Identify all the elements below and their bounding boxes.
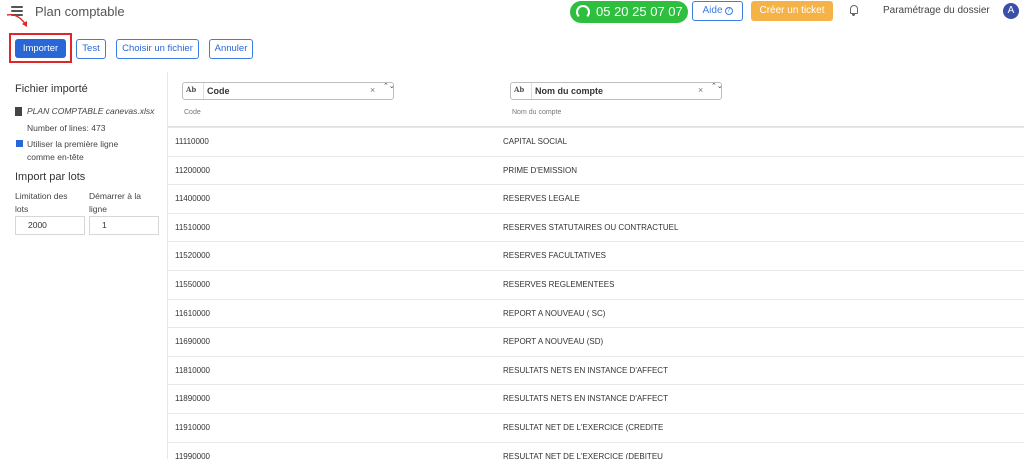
cell-code: 11200000 (175, 165, 210, 175)
imported-file-title: Fichier importé (15, 83, 88, 95)
start-line-label-2: ligne (89, 204, 107, 214)
cell-account-name: RESULTATS NETS EN INSTANCE D'AFFECT (503, 394, 668, 404)
first-line-header-checkbox[interactable] (16, 140, 23, 147)
table-row[interactable]: 11610000 REPORT A NOUVEAU ( SC) (168, 298, 1024, 328)
table-row[interactable]: 11890000 RESULTATS NETS EN INSTANCE D'AFF… (168, 384, 1024, 413)
cell-account-name: RESERVES REGLEMENTEES (503, 280, 615, 289)
code-filter-input[interactable]: Ab Code × ⌃⌄ (182, 82, 395, 100)
table-row[interactable]: 11990000 RESULTAT NET DE L'EXERCICE (DEBI… (168, 441, 1024, 459)
cell-account-name: CAPITAL SOCIAL (503, 137, 568, 146)
code-filter-value: Code (203, 83, 230, 99)
help-button[interactable]: Aide? (692, 1, 743, 21)
cell-code: 11910000 (175, 423, 210, 432)
test-button[interactable]: Test (76, 39, 106, 59)
cell-code: 11510000 (175, 222, 210, 232)
batch-limit-label-1: Limitation des (15, 191, 68, 201)
create-ticket-button[interactable]: Créer un ticket (751, 1, 833, 21)
cell-account-name: REPORT A NOUVEAU ( SC) (503, 308, 606, 318)
question-circle-icon: ? (724, 7, 733, 15)
account-name-filter-value: Nom du compte (531, 83, 603, 99)
cell-code: 11520000 (175, 251, 210, 261)
folder-settings-link[interactable]: Paramétrage du dossier (883, 5, 990, 16)
cell-code: 11610000 (175, 308, 210, 318)
cell-account-name: REPORT A NOUVEAU (SD) (503, 337, 604, 347)
cell-code: 11550000 (175, 280, 210, 289)
cell-account-name: RESULTAT NET DE L'EXERCICE (DEBITEU (503, 451, 663, 459)
table-row[interactable]: 11510000 RESERVES STATUTAIRES OU CONTRACT… (168, 212, 1024, 242)
start-line-label-1: Démarrer à la (89, 191, 141, 201)
cell-account-name: RESERVES LEGALE (503, 194, 580, 204)
phone-support-button[interactable]: 05 20 25 07 07 (570, 1, 688, 23)
table-row[interactable]: 11910000 RESULTAT NET DE L'EXERCICE (CRED… (168, 413, 1024, 442)
top-bar: Plan comptable 05 20 25 07 07 Aide? Crée… (0, 0, 1024, 26)
cell-code: 11890000 (175, 394, 210, 404)
cell-account-name: PRIME D'EMISSION (503, 165, 577, 175)
table-row[interactable]: 11690000 REPORT A NOUVEAU (SD) (168, 327, 1024, 356)
avatar[interactable]: A (1003, 3, 1019, 19)
cell-account-name: RESERVES STATUTAIRES OU CONTRACTUEL (503, 222, 679, 232)
text-type-icon: Ab (514, 85, 525, 94)
lines-count: Number of lines: 473 (27, 123, 106, 133)
cell-account-name: RESERVES FACULTATIVES (503, 251, 606, 261)
cell-code: 11110000 (175, 137, 209, 146)
text-type-icon: Ab (186, 85, 197, 94)
batch-limit-label-2: lots (15, 204, 29, 214)
start-line-input[interactable]: 1 (89, 216, 159, 235)
table-row[interactable]: 11810000 RESULTATS NETS EN INSTANCE D'AFF… (168, 355, 1024, 385)
headset-icon (576, 5, 590, 19)
first-line-header-label-1: Utiliser la première ligne (27, 139, 119, 149)
sort-icon[interactable]: ⌃⌄ (383, 83, 395, 91)
batch-limit-input[interactable]: 2000 (15, 216, 85, 235)
clear-icon[interactable]: × (698, 85, 703, 95)
cancel-button[interactable]: Annuler (209, 39, 253, 59)
table-row[interactable]: 11200000 PRIME D'EMISSION (168, 155, 1024, 185)
import-button[interactable]: Importer (15, 39, 66, 58)
page-title: Plan comptable (35, 4, 125, 19)
cell-code: 11690000 (175, 337, 210, 347)
table-row[interactable]: 11400000 RESERVES LEGALE (168, 184, 1024, 213)
help-label: Aide (702, 5, 723, 16)
table-row[interactable]: 11550000 RESERVES REGLEMENTEES (168, 270, 1024, 299)
cell-account-name: RESULTATS NETS EN INSTANCE D'AFFECT (503, 365, 668, 375)
sort-icon[interactable]: ⌃⌄ (711, 83, 723, 91)
file-icon (15, 107, 22, 116)
cell-account-name: RESULTAT NET DE L'EXERCICE (CREDITE (503, 423, 664, 432)
cell-code: 11400000 (175, 194, 210, 204)
first-line-header-label-2: comme en-tête (27, 152, 84, 162)
bell-icon[interactable] (850, 5, 858, 16)
account-name-filter-input[interactable]: Ab Nom du compte × ⌃⌄ (510, 82, 723, 100)
table-row[interactable]: 11520000 RESERVES FACULTATIVES (168, 241, 1024, 270)
file-name: PLAN COMPTABLE canevas.xlsx (27, 106, 155, 116)
batch-import-title: Import par lots (15, 171, 86, 183)
clear-icon[interactable]: × (370, 85, 375, 95)
cell-code: 11810000 (175, 365, 210, 375)
choose-file-button[interactable]: Choisir un fichier (116, 39, 199, 59)
phone-number: 05 20 25 07 07 (596, 4, 683, 19)
column-header-code: Code (184, 109, 201, 116)
annotation-arrow-icon (6, 14, 27, 27)
cell-code: 11990000 (175, 451, 210, 459)
column-header-account-name: Nom du compte (512, 109, 562, 116)
table-row[interactable]: 11110000 CAPITAL SOCIAL (168, 127, 1024, 156)
